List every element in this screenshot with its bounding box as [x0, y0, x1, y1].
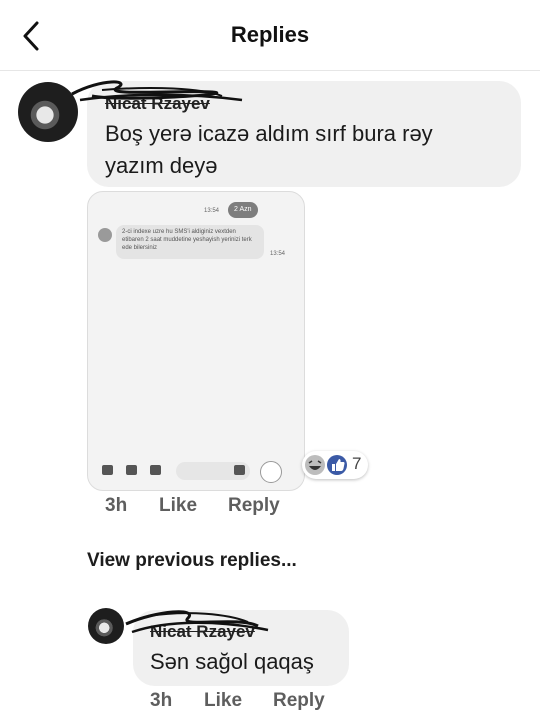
- view-previous-replies[interactable]: View previous replies...: [87, 550, 297, 572]
- attachment-image[interactable]: 13:54 2 Azn 2-ci indexe uzre hu SMS'i al…: [87, 191, 305, 491]
- camera-icon: [126, 465, 137, 475]
- reply-button[interactable]: Reply: [273, 690, 325, 712]
- sticker-icon: [234, 465, 245, 475]
- comment-text-line-2: yazım deyə: [105, 153, 218, 178]
- like-button[interactable]: Like: [204, 690, 242, 712]
- attachment-sms-time: 13:54: [270, 251, 286, 257]
- haha-icon: [305, 455, 325, 475]
- sender-avatar-icon: [98, 228, 112, 242]
- avatar[interactable]: [88, 608, 124, 644]
- gallery-icon: [102, 465, 113, 475]
- page-title: Replies: [230, 22, 310, 47]
- avatar[interactable]: [18, 82, 78, 142]
- comment-text-line-1: Boş yerə icazə aldım sırf bura rəy: [105, 121, 433, 146]
- reply-button[interactable]: Reply: [228, 495, 280, 517]
- attachment-sms-text: 2-ci indexe uzre hu SMS'i aldiginiz vext…: [116, 225, 264, 259]
- reply-time: 3h: [150, 690, 173, 711]
- comment-time: 3h: [105, 495, 128, 516]
- apps-icon: [150, 465, 161, 475]
- attachment-top-badge: 2 Azn: [228, 202, 258, 218]
- attachment-composer: [94, 460, 298, 483]
- attachment-top-time: 13:54: [204, 208, 220, 214]
- reply-text: Sən sağol qaqaş: [150, 649, 314, 674]
- header-bar: Replies: [0, 0, 540, 71]
- reaction-count: 7: [352, 454, 362, 473]
- comment-author[interactable]: Nicat Rzayev: [105, 94, 210, 114]
- reactions-summary[interactable]: 7: [302, 451, 368, 479]
- voice-icon: [260, 461, 282, 483]
- like-icon: [327, 455, 347, 475]
- reply-author[interactable]: Nicat Rzayev: [150, 622, 255, 642]
- like-button[interactable]: Like: [159, 495, 197, 517]
